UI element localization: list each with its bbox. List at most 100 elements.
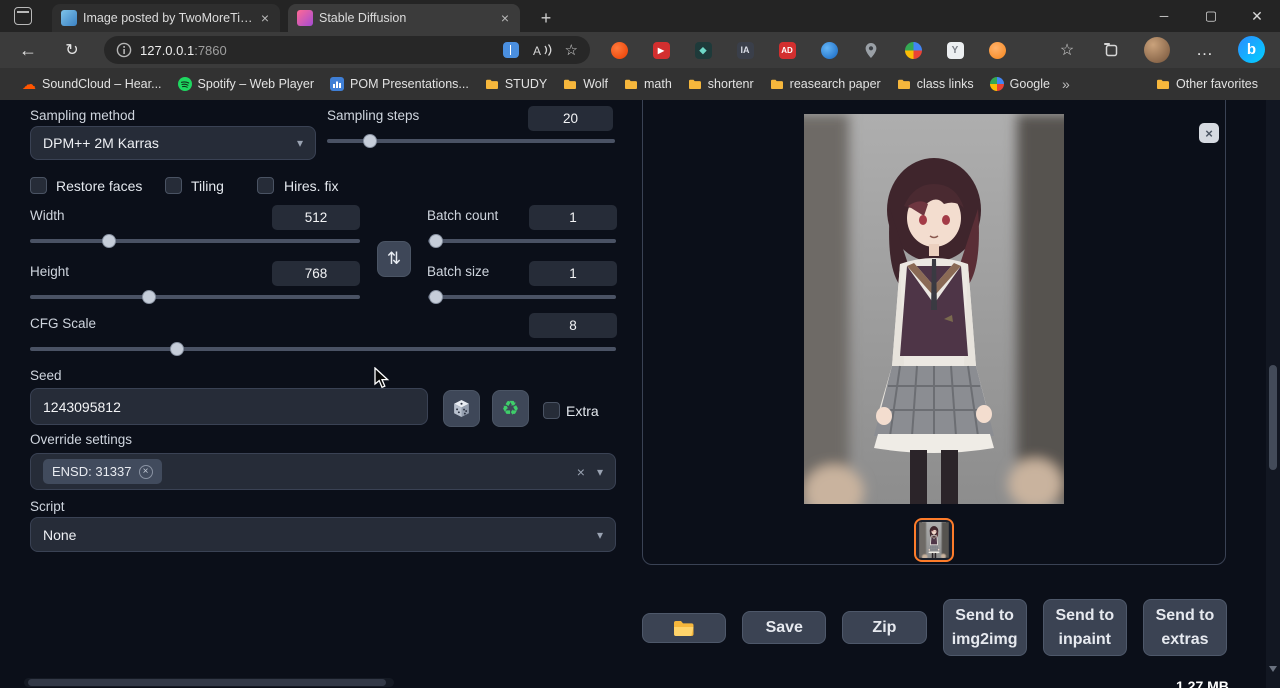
save-button[interactable]: Save [742, 611, 826, 644]
tiling-checkbox[interactable] [165, 177, 182, 194]
browser-tab-image-post[interactable]: Image posted by TwoMoreTimes × [52, 4, 280, 32]
settings-ellipsis-icon[interactable]: … [1190, 32, 1220, 68]
clear-all-icon[interactable]: × [577, 464, 585, 480]
shield-extension[interactable]: ◆ [688, 32, 718, 68]
map-pin-extension[interactable] [856, 32, 886, 68]
horizontal-scrollbar[interactable] [24, 678, 394, 687]
close-gallery-icon[interactable]: × [1199, 123, 1219, 143]
hires-fix-checkbox[interactable] [257, 177, 274, 194]
ia-extension[interactable]: IA [730, 32, 760, 68]
multicolor-extension[interactable] [898, 32, 928, 68]
width-value[interactable]: 512 [272, 205, 360, 230]
favorite-label: POM Presentations... [350, 77, 469, 91]
new-tab-icon[interactable]: + [532, 4, 560, 32]
status-size-text: 1.27 MB [1176, 678, 1229, 688]
cfg-scale-slider[interactable] [30, 342, 616, 356]
cfg-scale-value[interactable]: 8 [529, 313, 617, 338]
favorite-item[interactable]: class links [889, 72, 982, 96]
folder-icon [624, 78, 638, 90]
minimize-icon[interactable]: ─ [1141, 0, 1187, 32]
favorite-item[interactable]: Wolf [555, 72, 616, 96]
random-seed-dice-button[interactable] [443, 390, 480, 427]
width-label: Width [30, 208, 65, 223]
read-aloud-icon[interactable]: A [533, 43, 553, 58]
sampling-method-dropdown[interactable]: DPM++ 2M Karras ▾ [30, 126, 316, 160]
back-arrow-icon[interactable]: ← [12, 32, 44, 68]
y-combinator-extension[interactable]: Y [940, 32, 970, 68]
address-bar[interactable]: 127.0.0.1 :7860 A ☆ [104, 36, 590, 64]
seed-input[interactable] [30, 388, 428, 425]
favorite-item[interactable]: shortenr [680, 72, 762, 96]
sampling-method-label: Sampling method [30, 108, 135, 123]
favorite-item[interactable]: STUDY [477, 72, 555, 96]
video-play-extension[interactable]: ▶ [646, 32, 676, 68]
bing-chat-icon[interactable]: b [1238, 36, 1265, 63]
browser-tab-stable-diffusion[interactable]: Stable Diffusion × [288, 4, 520, 32]
sampling-steps-value[interactable]: 20 [528, 106, 613, 131]
refresh-icon[interactable]: ↻ [56, 32, 88, 68]
info-circle-icon[interactable] [116, 42, 132, 58]
sampling-steps-slider[interactable] [327, 134, 615, 148]
batch-size-slider[interactable] [428, 290, 616, 304]
send-to-img2img-button[interactable]: Send to img2img [943, 599, 1027, 655]
send-to-extras-button[interactable]: Send to extras [1143, 599, 1227, 655]
split-screen-icon[interactable] [503, 42, 519, 58]
blue-circle-extension[interactable] [814, 32, 844, 68]
restore-faces-checkbox[interactable] [30, 177, 47, 194]
scroll-down-arrow-icon[interactable] [1269, 666, 1277, 672]
batch-count-slider[interactable] [428, 234, 616, 248]
maximize-icon[interactable]: ▢ [1188, 0, 1234, 32]
chevron-down-icon[interactable]: ▾ [597, 465, 603, 479]
stable-diffusion-page: Sampling method DPM++ 2M Karras ▾ Sampli… [0, 100, 1266, 688]
profile-avatar[interactable] [1144, 37, 1170, 63]
tab-close-icon[interactable]: × [499, 10, 511, 26]
favorite-label: math [644, 77, 672, 91]
other-favorites[interactable]: Other favorites [1148, 72, 1266, 96]
favorite-item[interactable]: Spotify – Web Player [170, 72, 323, 96]
script-value: None [43, 527, 76, 543]
adblock-extension[interactable]: AD [772, 32, 802, 68]
favorite-item[interactable]: ☁ SoundCloud – Hear... [14, 72, 170, 96]
tiling-label: Tiling [191, 178, 224, 194]
address-host: 127.0.0.1 [140, 43, 194, 58]
favorite-item[interactable]: reasearch paper [762, 72, 889, 96]
orange-circle-extension[interactable] [604, 32, 634, 68]
favorites-hub-icon[interactable]: ☆ [1052, 32, 1082, 68]
width-slider[interactable] [30, 234, 360, 248]
extra-seed-checkbox[interactable] [543, 402, 560, 419]
batch-size-value[interactable]: 1 [529, 261, 617, 286]
reuse-seed-recycle-button[interactable]: ♻ [492, 390, 529, 427]
height-slider[interactable] [30, 290, 360, 304]
generated-image-thumbnail[interactable] [914, 518, 954, 562]
batch-size-label: Batch size [427, 264, 489, 279]
script-dropdown[interactable]: None ▾ [30, 517, 616, 552]
generated-image[interactable] [804, 114, 1064, 504]
open-output-folder-button[interactable] [642, 613, 726, 643]
chevron-right-icon[interactable]: » [1062, 76, 1070, 92]
extra-seed-label: Extra [566, 403, 599, 419]
collections-icon[interactable] [1096, 32, 1126, 68]
favorite-label: Other favorites [1176, 77, 1258, 91]
batch-count-value[interactable]: 1 [529, 205, 617, 230]
override-settings-box[interactable]: ENSD: 31337 × × ▾ [30, 453, 616, 490]
vertical-scrollbar-thumb[interactable] [1269, 365, 1277, 470]
fox-extension[interactable] [982, 32, 1012, 68]
chip-remove-icon[interactable]: × [139, 465, 153, 479]
stable-diffusion-favicon [297, 10, 313, 26]
horizontal-scrollbar-thumb[interactable] [28, 679, 386, 686]
height-value[interactable]: 768 [272, 261, 360, 286]
vertical-scrollbar[interactable] [1266, 100, 1280, 688]
mouse-cursor [374, 367, 394, 389]
zip-button[interactable]: Zip [842, 611, 926, 644]
gallery-panel: × [642, 100, 1226, 565]
tab-actions-icon[interactable] [14, 7, 32, 25]
tab-close-icon[interactable]: × [259, 10, 271, 26]
seed-label: Seed [30, 368, 62, 383]
favorite-item[interactable]: POM Presentations... [322, 72, 477, 96]
swap-dimensions-button[interactable]: ⇅ [377, 241, 411, 277]
favorite-star-icon[interactable]: ☆ [565, 41, 578, 59]
send-to-inpaint-button[interactable]: Send to inpaint [1043, 599, 1127, 655]
favorite-item[interactable]: math [616, 72, 680, 96]
favorite-item[interactable]: Google [982, 72, 1058, 96]
close-icon[interactable]: ✕ [1234, 0, 1280, 32]
